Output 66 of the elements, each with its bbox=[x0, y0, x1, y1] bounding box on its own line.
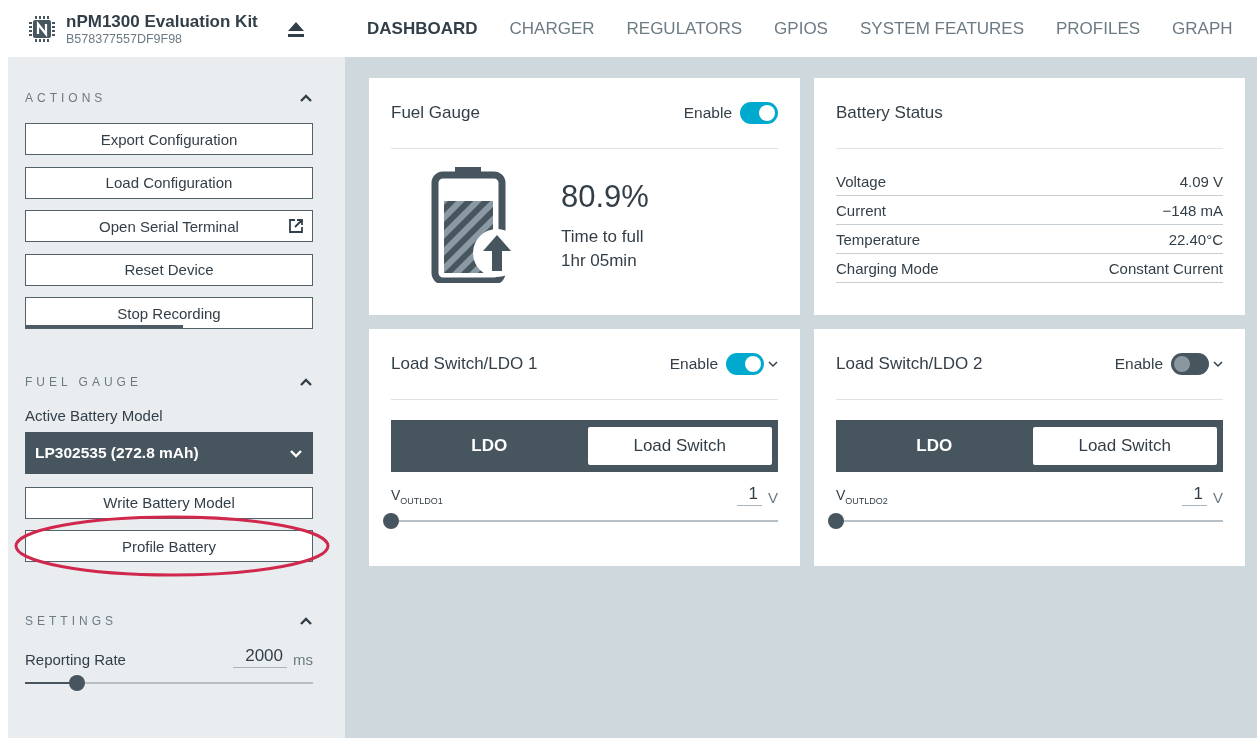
card-title: Fuel Gauge bbox=[391, 103, 480, 123]
chevron-down-icon[interactable] bbox=[768, 360, 778, 368]
status-value: 22.40°C bbox=[1168, 230, 1223, 248]
dropdown-chevron-icon[interactable] bbox=[289, 447, 303, 458]
mode-option[interactable]: LDO bbox=[842, 427, 1027, 465]
mode-option[interactable]: LDO bbox=[397, 427, 582, 465]
section-title: ACTIONS bbox=[25, 91, 107, 105]
status-value: −148 mA bbox=[1162, 201, 1223, 219]
device-name: nPM1300 Evaluation Kit bbox=[66, 11, 259, 32]
enable-label: Enable bbox=[683, 104, 732, 122]
section-title: FUEL GAUGE bbox=[25, 374, 142, 389]
slider-thumb[interactable] bbox=[383, 513, 399, 529]
status-label: Charging Mode bbox=[836, 259, 939, 277]
nav-tab[interactable]: CHARGER bbox=[493, 18, 611, 39]
mode-option[interactable]: Load Switch bbox=[1032, 427, 1217, 465]
unit-label: ms bbox=[293, 650, 313, 668]
status-label: Voltage bbox=[836, 172, 887, 190]
card-title: Load Switch/LDO 2 bbox=[836, 354, 983, 374]
nav-tab[interactable]: REGULATORS bbox=[610, 18, 759, 39]
chip-logo-icon bbox=[28, 14, 56, 43]
action-button[interactable]: Reset Device bbox=[25, 253, 313, 286]
action-button[interactable]: Open Serial Terminal bbox=[25, 210, 313, 242]
nav-tab[interactable]: GPIOS bbox=[758, 18, 844, 39]
external-link-icon bbox=[288, 218, 304, 234]
status-label: Current bbox=[836, 201, 887, 219]
slider-thumb[interactable] bbox=[828, 513, 844, 529]
enable-label: Enable bbox=[669, 355, 718, 373]
vout-label: V$_{OUTLDO1}$ bbox=[391, 487, 443, 506]
action-button[interactable]: Load Configuration bbox=[25, 166, 313, 199]
device-serial: B578377557DF9F98 bbox=[66, 31, 184, 46]
time-value: 1hr 05min bbox=[561, 251, 638, 271]
enable-toggle[interactable] bbox=[726, 353, 764, 375]
status-value: Constant Current bbox=[1108, 259, 1223, 277]
time-label: Time to full bbox=[561, 227, 645, 247]
unit-label: V bbox=[1213, 489, 1223, 506]
battery-button[interactable]: Write Battery Model bbox=[25, 486, 313, 519]
card-title: Battery Status bbox=[836, 103, 943, 123]
enable-label: Enable bbox=[1114, 355, 1163, 373]
collapse-chevron-icon[interactable] bbox=[299, 376, 313, 387]
enable-toggle[interactable] bbox=[1171, 353, 1209, 375]
rate-input[interactable]: 2000 bbox=[233, 645, 287, 668]
slider-thumb[interactable] bbox=[68, 674, 85, 691]
collapse-chevron-icon[interactable] bbox=[299, 93, 313, 103]
status-value: 4.09 V bbox=[1179, 172, 1223, 190]
collapse-chevron-icon[interactable] bbox=[299, 615, 313, 626]
vout-input[interactable]: 1 bbox=[736, 484, 762, 506]
action-button[interactable]: Stop Recording bbox=[25, 297, 313, 329]
field-label: Active Battery Model bbox=[25, 406, 164, 424]
action-button[interactable]: Export Configuration bbox=[25, 123, 313, 155]
enable-toggle[interactable] bbox=[740, 102, 778, 124]
battery-model-dropdown[interactable]: LP302535 (272.8 mAh) bbox=[25, 431, 313, 474]
vout-input[interactable]: 1 bbox=[1181, 484, 1207, 506]
battery-button[interactable]: Profile Battery bbox=[25, 530, 313, 562]
field-label: Reporting Rate bbox=[25, 650, 126, 668]
nav-tab[interactable]: GRAPH bbox=[1156, 18, 1249, 39]
unit-label: V bbox=[768, 489, 778, 506]
nav-tab[interactable]: DASHBOARD bbox=[367, 18, 494, 39]
card-title: Load Switch/LDO 1 bbox=[391, 354, 538, 374]
nav-tab[interactable]: SYSTEM FEATURES bbox=[843, 18, 1040, 39]
mode-option[interactable]: Load Switch bbox=[587, 427, 772, 465]
status-label: Temperature bbox=[836, 230, 921, 248]
section-title: SETTINGS bbox=[25, 613, 117, 628]
charge-percent: 80.9% bbox=[561, 179, 649, 215]
nav-tab[interactable]: PROFILES bbox=[1040, 18, 1157, 39]
chevron-down-icon[interactable] bbox=[1213, 360, 1223, 368]
vout-label: V$_{OUTLDO2}$ bbox=[836, 487, 888, 506]
